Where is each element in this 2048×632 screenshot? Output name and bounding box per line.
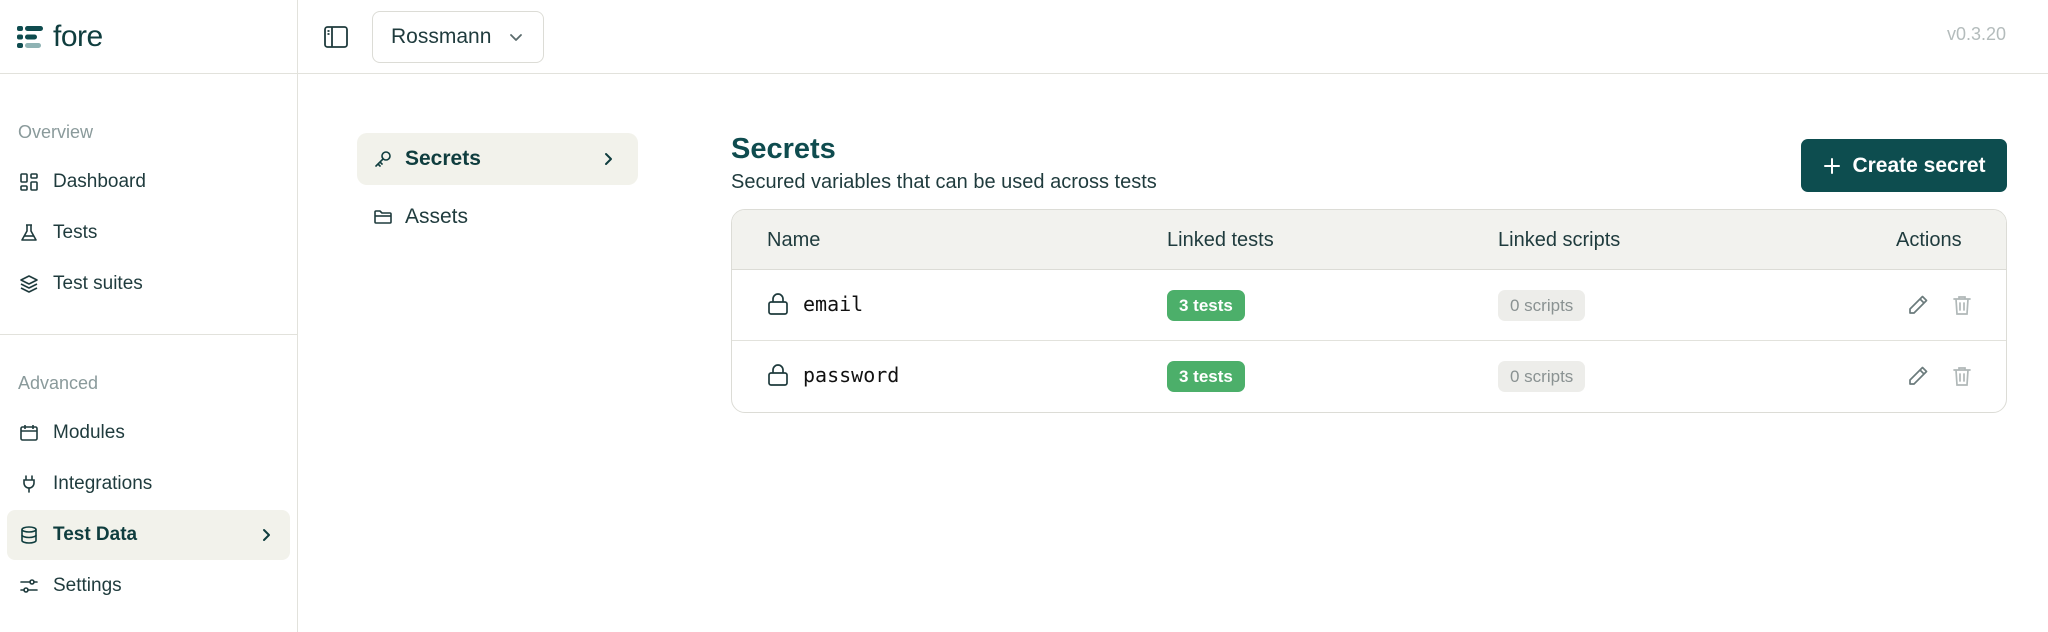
sidebar-item-label: Test suites: [53, 273, 143, 294]
sidebar-item-modules[interactable]: Modules: [7, 408, 290, 458]
brand-name: fore: [53, 19, 103, 53]
chevron-right-icon: [605, 153, 612, 165]
panel-left-icon: [324, 25, 348, 48]
create-secret-label: Create secret: [1852, 153, 1986, 177]
secret-name-cell: password: [767, 363, 899, 387]
page-subtitle: Secured variables that can be used acros…: [731, 171, 1157, 193]
subnav-item-secrets[interactable]: Secrets: [357, 133, 638, 185]
secret-name: password: [803, 363, 900, 387]
sidebar-item-label: Test Data: [53, 524, 138, 545]
sidebar-item-label: Tests: [53, 222, 98, 243]
calendar-icon: [19, 423, 39, 443]
secret-name-cell: email: [767, 292, 863, 316]
sidebar-item-label: Modules: [53, 422, 125, 443]
linked-tests-badge[interactable]: 3 tests: [1167, 290, 1245, 321]
flask-icon: [19, 223, 39, 243]
folder-icon: [374, 210, 392, 224]
table-row[interactable]: password 3 tests 0 scripts: [732, 341, 2006, 412]
trash-icon[interactable]: [1950, 293, 1974, 317]
sidebar: fore Overview Dashboard Tests Test suite…: [0, 0, 298, 632]
table-header: Name Linked tests Linked scripts Actions: [732, 210, 2006, 270]
sidebar-item-dashboard[interactable]: Dashboard: [7, 157, 290, 207]
nav-heading-overview: Overview: [18, 122, 94, 142]
sliders-icon: [19, 576, 39, 596]
sidebar-item-test-suites[interactable]: Test suites: [7, 259, 290, 309]
column-header-actions: Actions: [1896, 229, 1962, 251]
secrets-table: Name Linked tests Linked scripts Actions…: [731, 209, 2007, 413]
linked-scripts-badge: 0 scripts: [1498, 361, 1586, 392]
edit-pencil-icon[interactable]: [1906, 364, 1930, 388]
column-header-linked-scripts: Linked scripts: [1498, 229, 1621, 251]
project-select[interactable]: Rossmann: [372, 10, 544, 63]
dashboard-icon: [19, 172, 39, 192]
database-icon: [19, 525, 39, 545]
edit-pencil-icon[interactable]: [1906, 293, 1930, 317]
key-icon: [375, 151, 391, 167]
linked-scripts-badge: 0 scripts: [1498, 290, 1586, 321]
chevron-right-icon: [263, 529, 270, 541]
lock-icon: [768, 293, 788, 315]
project-select-value: Rossmann: [391, 24, 492, 48]
chevron-down-icon: [510, 33, 522, 41]
test-data-subnav: Secrets Assets: [357, 133, 638, 249]
nav-heading-advanced: Advanced: [18, 373, 99, 393]
linked-tests-badge[interactable]: 3 tests: [1167, 361, 1245, 392]
plus-icon: [1824, 157, 1841, 174]
subnav-item-label: Secrets: [405, 147, 481, 170]
subnav-item-label: Assets: [405, 205, 469, 228]
layers-icon: [19, 274, 39, 294]
brand[interactable]: fore: [0, 0, 297, 74]
nav-section-overview: Overview Dashboard Tests Test suites: [0, 74, 297, 335]
sidebar-item-label: Settings: [53, 575, 122, 596]
nav-section-advanced: Advanced Modules Integrations Test Data: [0, 335, 297, 611]
column-header-linked-tests: Linked tests: [1167, 229, 1274, 251]
top-bar: Rossmann v0.3.20: [298, 0, 2048, 74]
create-secret-button[interactable]: Create secret: [1801, 139, 2007, 192]
sidebar-item-integrations[interactable]: Integrations: [7, 459, 290, 509]
column-header-name: Name: [767, 229, 821, 251]
sidebar-item-settings[interactable]: Settings: [7, 561, 290, 611]
table-row[interactable]: email 3 tests 0 scripts: [732, 270, 2006, 341]
sidebar-item-label: Integrations: [53, 473, 153, 494]
lock-icon: [768, 364, 788, 386]
app-version: v0.3.20: [1946, 24, 2006, 44]
logo-icon: [17, 25, 43, 48]
page-title: Secrets: [731, 133, 836, 165]
sidebar-toggle-button[interactable]: [322, 23, 350, 51]
sidebar-item-tests[interactable]: Tests: [7, 208, 290, 258]
subnav-item-assets[interactable]: Assets: [357, 191, 638, 243]
secret-name: email: [803, 292, 864, 316]
trash-icon[interactable]: [1950, 364, 1974, 388]
sidebar-item-test-data[interactable]: Test Data: [7, 510, 290, 560]
app-root: fore Overview Dashboard Tests Test suite…: [0, 0, 2048, 632]
sidebar-item-label: Dashboard: [53, 171, 146, 192]
plug-icon: [19, 474, 39, 494]
